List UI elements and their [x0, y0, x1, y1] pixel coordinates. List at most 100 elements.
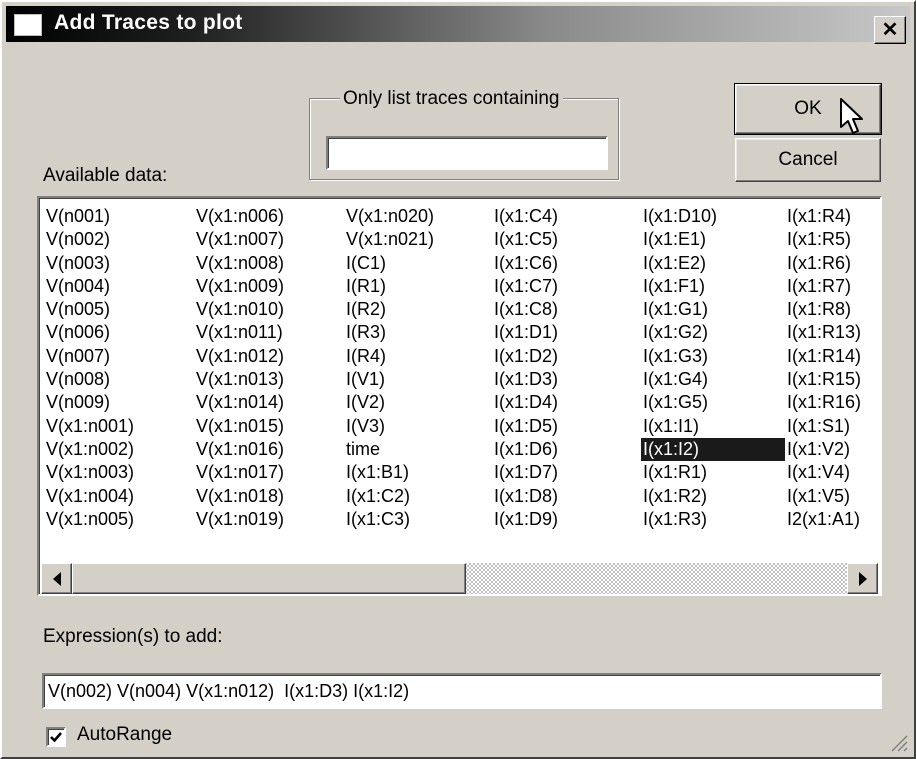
trace-item[interactable]: I(x1:R15)	[785, 368, 880, 391]
trace-item[interactable]: I(x1:C3)	[344, 508, 494, 531]
trace-item[interactable]: I(x1:C6)	[492, 252, 642, 275]
trace-item[interactable]: I(x1:R5)	[785, 228, 880, 251]
trace-item[interactable]: I(x1:R16)	[785, 391, 880, 414]
trace-item[interactable]: I(x1:E1)	[641, 228, 791, 251]
title-bar[interactable]: Add Traces to plot	[6, 6, 910, 42]
trace-item[interactable]: V(x1:n001)	[44, 415, 194, 438]
trace-item[interactable]: V(n006)	[44, 321, 194, 344]
trace-item[interactable]: I(x1:B1)	[344, 461, 494, 484]
trace-item[interactable]: V(x1:n014)	[194, 391, 344, 414]
trace-item[interactable]: I(x1:R4)	[785, 205, 880, 228]
trace-item[interactable]: V(x1:n011)	[194, 321, 344, 344]
trace-item[interactable]: I(x1:C5)	[492, 228, 642, 251]
trace-item[interactable]: V(x1:n015)	[194, 415, 344, 438]
trace-item[interactable]: V(x1:n002)	[44, 438, 194, 461]
trace-item[interactable]: I(R3)	[344, 321, 494, 344]
trace-item[interactable]: I(x1:D1)	[492, 321, 642, 344]
trace-item[interactable]: I(x1:R13)	[785, 321, 880, 344]
trace-item[interactable]: I(x1:E2)	[641, 252, 791, 275]
trace-item[interactable]: I(x1:R1)	[641, 461, 791, 484]
trace-item[interactable]: I(R2)	[344, 298, 494, 321]
trace-item[interactable]: V(x1:n005)	[44, 508, 194, 531]
trace-item[interactable]: I(V3)	[344, 415, 494, 438]
trace-item[interactable]: I(R1)	[344, 275, 494, 298]
trace-item[interactable]: I(x1:G2)	[641, 321, 791, 344]
trace-item[interactable]: I(V2)	[344, 391, 494, 414]
trace-item[interactable]: I(x1:R3)	[641, 508, 791, 531]
trace-item[interactable]: I(R4)	[344, 345, 494, 368]
cancel-button[interactable]: Cancel	[735, 138, 881, 182]
trace-item[interactable]: V(x1:n020)	[344, 205, 494, 228]
trace-item[interactable]: I(x1:C2)	[344, 485, 494, 508]
trace-item[interactable]: V(n002)	[44, 228, 194, 251]
trace-item[interactable]: I(x1:C7)	[492, 275, 642, 298]
trace-item[interactable]: I(x1:R8)	[785, 298, 880, 321]
available-traces-list[interactable]: V(n001) V(n002) V(n003) V(n004) V(n005) V(n00…	[37, 196, 882, 596]
trace-column: V(x1:n020) V(x1:n021) I(C1) I(R1) I(R2) I(R3)…	[344, 205, 494, 531]
trace-item[interactable]: I(x1:D6)	[492, 438, 642, 461]
trace-item[interactable]: I(x1:R7)	[785, 275, 880, 298]
autorange-label[interactable]: AutoRange	[77, 724, 172, 746]
trace-item[interactable]: I(V1)	[344, 368, 494, 391]
trace-item[interactable]: I(x1:R14)	[785, 345, 880, 368]
trace-item[interactable]: I(x1:G5)	[641, 391, 791, 414]
trace-item[interactable]: V(x1:n006)	[194, 205, 344, 228]
trace-item[interactable]: V(x1:n009)	[194, 275, 344, 298]
trace-item[interactable]: I2(x1:A1)	[785, 508, 880, 531]
trace-item[interactable]: I(x1:V2)	[785, 438, 880, 461]
trace-item[interactable]: V(x1:n021)	[344, 228, 494, 251]
trace-item[interactable]: V(n004)	[44, 275, 194, 298]
trace-item[interactable]: I(x1:C8)	[492, 298, 642, 321]
trace-item[interactable]: I(x1:D4)	[492, 391, 642, 414]
trace-item[interactable]: I(x1:D10)	[641, 205, 791, 228]
trace-item[interactable]: V(x1:n019)	[194, 508, 344, 531]
trace-item[interactable]: V(n008)	[44, 368, 194, 391]
trace-item[interactable]: I(x1:R6)	[785, 252, 880, 275]
trace-item[interactable]: I(x1:G1)	[641, 298, 791, 321]
trace-item[interactable]: I(x1:S1)	[785, 415, 880, 438]
trace-item[interactable]: V(x1:n007)	[194, 228, 344, 251]
scroll-thumb[interactable]	[72, 563, 466, 594]
trace-item[interactable]: V(n003)	[44, 252, 194, 275]
trace-item[interactable]: I(x1:D2)	[492, 345, 642, 368]
trace-item[interactable]: I(x1:R2)	[641, 485, 791, 508]
trace-item[interactable]: I(x1:D7)	[492, 461, 642, 484]
scroll-right-button[interactable]	[847, 563, 878, 594]
trace-item[interactable]: V(x1:n008)	[194, 252, 344, 275]
trace-item[interactable]: I(x1:F1)	[641, 275, 791, 298]
trace-item[interactable]: V(x1:n016)	[194, 438, 344, 461]
trace-item[interactable]: V(x1:n010)	[194, 298, 344, 321]
trace-item[interactable]: V(x1:n018)	[194, 485, 344, 508]
autorange-checkbox[interactable]	[46, 727, 66, 747]
trace-item[interactable]: I(x1:D5)	[492, 415, 642, 438]
scroll-left-button[interactable]	[41, 563, 72, 594]
window-title: Add Traces to plot	[54, 11, 243, 34]
trace-item[interactable]: I(x1:I2)	[641, 437, 785, 462]
trace-item[interactable]: V(n007)	[44, 345, 194, 368]
trace-item[interactable]: I(x1:D3)	[492, 368, 642, 391]
trace-item[interactable]: I(C1)	[344, 252, 494, 275]
filter-input[interactable]	[326, 136, 608, 170]
trace-column: V(n001) V(n002) V(n003) V(n004) V(n005) V(n00…	[44, 205, 194, 531]
trace-item[interactable]: V(n009)	[44, 391, 194, 414]
trace-item[interactable]: I(x1:I1)	[641, 415, 791, 438]
trace-item[interactable]: I(x1:D9)	[492, 508, 642, 531]
trace-item[interactable]: time	[344, 438, 494, 461]
trace-item[interactable]: V(x1:n004)	[44, 485, 194, 508]
trace-item[interactable]: I(x1:V5)	[785, 485, 880, 508]
close-button[interactable]: ✕	[874, 16, 906, 44]
trace-item[interactable]: I(x1:G4)	[641, 368, 791, 391]
trace-item[interactable]: V(n005)	[44, 298, 194, 321]
trace-item[interactable]: I(x1:C4)	[492, 205, 642, 228]
trace-item[interactable]: V(n001)	[44, 205, 194, 228]
trace-item[interactable]: I(x1:D8)	[492, 485, 642, 508]
trace-item[interactable]: V(x1:n012)	[194, 345, 344, 368]
trace-item[interactable]: V(x1:n013)	[194, 368, 344, 391]
trace-item[interactable]: V(x1:n003)	[44, 461, 194, 484]
trace-item[interactable]: V(x1:n017)	[194, 461, 344, 484]
trace-item[interactable]: I(x1:V4)	[785, 461, 880, 484]
resize-grip-icon[interactable]	[886, 730, 908, 752]
trace-item[interactable]: I(x1:G3)	[641, 345, 791, 368]
expression-input[interactable]	[42, 673, 882, 709]
horizontal-scrollbar[interactable]	[41, 563, 878, 594]
